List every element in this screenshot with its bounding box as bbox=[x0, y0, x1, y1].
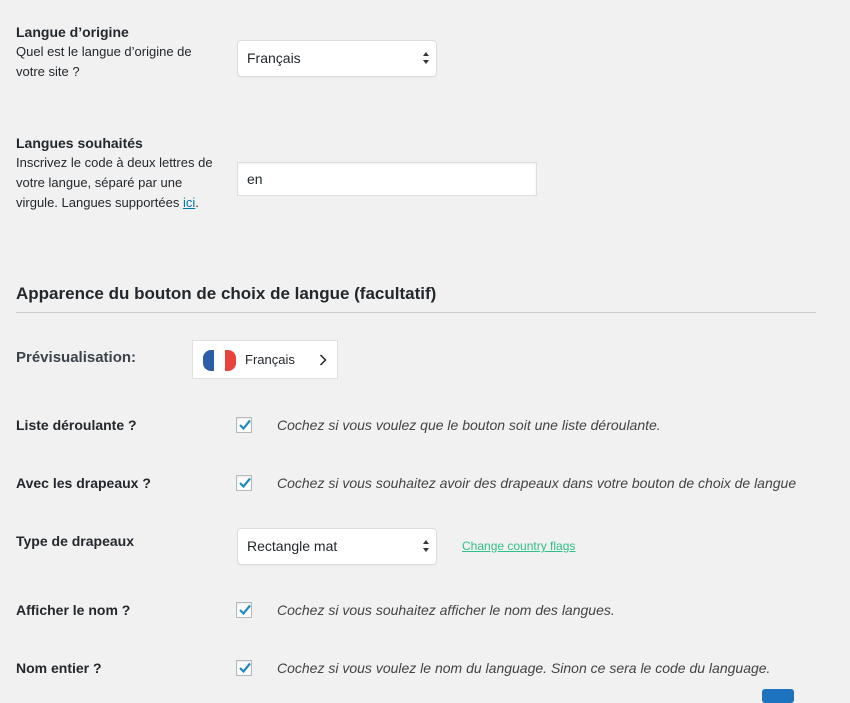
preview-label: Prévisualisation: bbox=[16, 349, 137, 366]
flag-type-label: Type de drapeaux bbox=[16, 533, 135, 549]
dropdown-hint: Cochez si vous voulez que le bouton soit… bbox=[277, 417, 661, 433]
flag-stripe-red bbox=[225, 350, 236, 371]
full-name-checkbox[interactable] bbox=[236, 660, 252, 676]
show-name-hint: Cochez si vous souhaitez afficher le nom… bbox=[277, 602, 615, 618]
flag-stripe-white bbox=[214, 350, 225, 371]
checkmark-icon bbox=[239, 662, 251, 674]
help-tab-badge[interactable] bbox=[762, 689, 794, 703]
checkmark-icon bbox=[239, 419, 251, 431]
supported-languages-link[interactable]: ici bbox=[183, 195, 195, 210]
show-name-label: Afficher le nom ? bbox=[16, 602, 131, 618]
original-language-selected: Français bbox=[247, 50, 301, 66]
wanted-languages-input[interactable]: en bbox=[237, 162, 537, 196]
flag-type-select[interactable]: Rectangle mat bbox=[237, 528, 437, 565]
preview-language-name: Français bbox=[245, 352, 295, 367]
original-language-select[interactable]: Français bbox=[237, 40, 437, 77]
checkmark-icon bbox=[239, 477, 251, 489]
wanted-languages-label: Langues souhaités bbox=[16, 135, 143, 151]
change-country-flags-link[interactable]: Change country flags bbox=[462, 539, 575, 553]
french-flag-icon bbox=[203, 350, 236, 371]
wanted-languages-description: Inscrivez le code à deux lettres de votr… bbox=[16, 153, 221, 213]
flag-stripe-blue bbox=[203, 350, 214, 371]
wanted-languages-value: en bbox=[247, 171, 263, 187]
flag-type-selected: Rectangle mat bbox=[247, 538, 338, 554]
appearance-section-title: Apparence du bouton de choix de langue (… bbox=[16, 284, 437, 303]
language-switcher-preview[interactable]: Français bbox=[192, 340, 338, 379]
section-divider bbox=[16, 312, 816, 313]
flags-hint: Cochez si vous souhaitez avoir des drape… bbox=[277, 475, 797, 491]
original-language-description: Quel est le langue d’origine de votre si… bbox=[16, 44, 192, 79]
wanted-languages-description-end: . bbox=[195, 195, 199, 210]
chevron-right-icon bbox=[319, 354, 327, 366]
full-name-label: Nom entier ? bbox=[16, 660, 102, 676]
full-name-hint: Cochez si vous voulez le nom du language… bbox=[277, 660, 771, 676]
original-language-label: Langue d’origine bbox=[16, 24, 129, 40]
flags-label: Avec les drapeaux ? bbox=[16, 475, 151, 491]
select-arrows-icon bbox=[423, 540, 429, 552]
dropdown-label: Liste déroulante ? bbox=[16, 417, 137, 433]
checkmark-icon bbox=[239, 604, 251, 616]
show-name-checkbox[interactable] bbox=[236, 602, 252, 618]
select-arrows-icon bbox=[423, 52, 429, 64]
dropdown-checkbox[interactable] bbox=[236, 417, 252, 433]
flags-checkbox[interactable] bbox=[236, 475, 252, 491]
